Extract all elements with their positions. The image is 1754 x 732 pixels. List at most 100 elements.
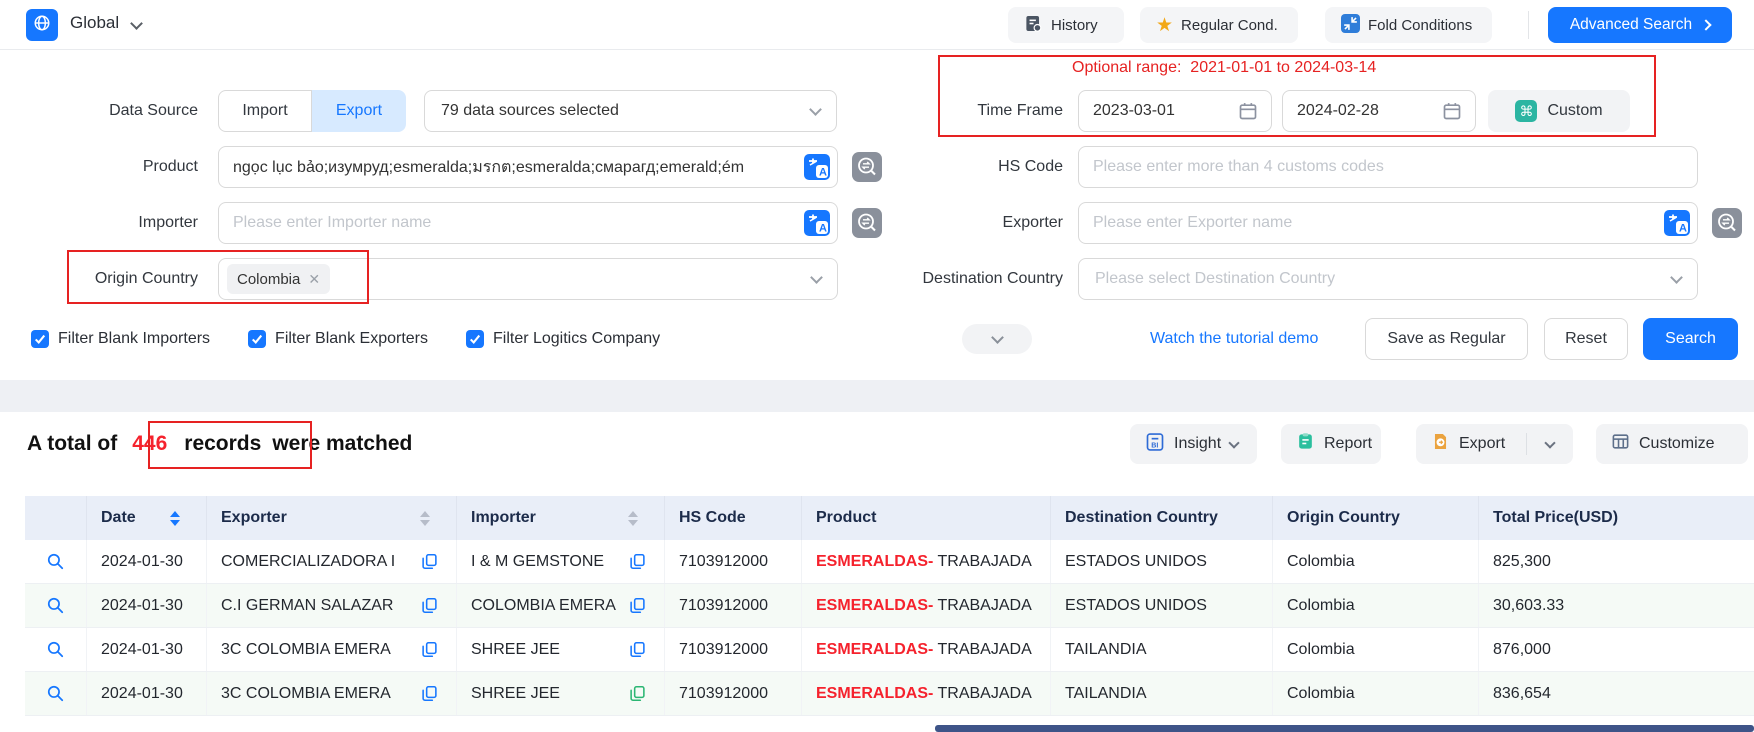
copy-icon[interactable] bbox=[629, 597, 646, 614]
copy-icon[interactable] bbox=[421, 685, 438, 702]
trade-search-page: Global History ★ Regular Cond. Fold Cond… bbox=[0, 0, 1754, 732]
product-match-text: ESMERALDAS- bbox=[816, 685, 933, 703]
destination-country-select[interactable]: Please select Destination Country bbox=[1078, 258, 1698, 300]
origin-country-cell: Colombia bbox=[1273, 628, 1479, 671]
export-split-button[interactable]: Export bbox=[1416, 424, 1573, 464]
custom-range-button[interactable]: ⌘ Custom bbox=[1488, 90, 1630, 132]
table-row: 2024-01-30COMERCIALIZADORA II & M GEMSTO… bbox=[25, 540, 1754, 584]
chevron-down-icon bbox=[991, 331, 1004, 344]
sort-icon[interactable] bbox=[170, 511, 180, 526]
sort-icon[interactable] bbox=[628, 511, 638, 526]
origin-country-select[interactable]: Colombia ✕ bbox=[218, 258, 838, 300]
date-cell-text: 2024-01-30 bbox=[101, 685, 183, 703]
column-label: Exporter bbox=[221, 509, 287, 527]
history-icon bbox=[1024, 14, 1043, 37]
checkbox-checked-icon[interactable] bbox=[31, 330, 49, 348]
origin-country-label: Origin Country bbox=[0, 258, 198, 300]
destination-country-cell-text: TAILANDIA bbox=[1065, 685, 1147, 703]
product-cell: ESMERALDAS- TRABAJADA bbox=[802, 672, 1051, 715]
row-detail-cell bbox=[25, 628, 87, 671]
sort-icon[interactable] bbox=[420, 511, 430, 526]
column-header-date[interactable]: Date bbox=[87, 496, 207, 540]
search-button[interactable]: Search bbox=[1643, 318, 1738, 360]
export-toggle-button[interactable]: Export bbox=[312, 90, 406, 132]
importer-cell: SHREE JEE bbox=[457, 672, 665, 715]
column-label: Product bbox=[816, 509, 876, 527]
advanced-search-button[interactable]: Advanced Search bbox=[1548, 7, 1732, 43]
magnifier-icon[interactable] bbox=[46, 552, 65, 571]
export-icon bbox=[1431, 432, 1450, 456]
svg-text:BI: BI bbox=[1151, 441, 1158, 449]
chevron-down-icon bbox=[1670, 271, 1683, 284]
collapse-conditions-button[interactable] bbox=[962, 324, 1032, 354]
data-sources-select[interactable]: 79 data sources selected bbox=[424, 90, 837, 132]
checkbox-filter-blank-importers[interactable]: Filter Blank Importers bbox=[31, 330, 210, 348]
product-rest-text: TRABAJADA bbox=[933, 553, 1031, 571]
topbar-divider bbox=[1528, 11, 1529, 39]
magnifier-icon[interactable] bbox=[46, 640, 65, 659]
reset-button[interactable]: Reset bbox=[1544, 318, 1628, 360]
total-price-cell: 836,654 bbox=[1479, 672, 1754, 715]
tutorial-demo-link[interactable]: Watch the tutorial demo bbox=[1150, 330, 1318, 348]
fuzzy-match-icon[interactable] bbox=[1712, 208, 1742, 238]
chevron-down-icon[interactable] bbox=[130, 17, 143, 30]
data-source-toggle: Import Export bbox=[218, 90, 406, 132]
copy-icon[interactable] bbox=[629, 685, 646, 702]
region-selector-label[interactable]: Global bbox=[70, 13, 119, 33]
column-label: Destination Country bbox=[1065, 509, 1218, 527]
checkbox-checked-icon[interactable] bbox=[248, 330, 266, 348]
calendar-icon[interactable] bbox=[1442, 101, 1462, 121]
importer-input[interactable] bbox=[218, 202, 838, 244]
chevron-down-icon bbox=[1228, 437, 1239, 448]
data-source-label: Data Source bbox=[0, 90, 198, 132]
total-price-cell: 825,300 bbox=[1479, 540, 1754, 583]
checkbox-label: Filter Logitics Company bbox=[493, 330, 660, 348]
exporter-cell-text: 3C COLOMBIA EMERA bbox=[221, 641, 391, 659]
checkbox-filter-logitics-company[interactable]: Filter Logitics Company bbox=[466, 330, 660, 348]
product-input[interactable] bbox=[218, 146, 838, 188]
custom-label: Custom bbox=[1547, 102, 1602, 120]
origin-country-tag-label: Colombia bbox=[237, 271, 300, 288]
report-button[interactable]: Report bbox=[1281, 424, 1381, 464]
importer-cell: SHREE JEE bbox=[457, 628, 665, 671]
regular-cond-button[interactable]: ★ Regular Cond. bbox=[1140, 7, 1298, 43]
copy-icon[interactable] bbox=[421, 641, 438, 658]
calendar-icon[interactable] bbox=[1238, 101, 1258, 121]
hs-code-cell-text: 7103912000 bbox=[679, 641, 768, 659]
app-logo[interactable] bbox=[26, 9, 58, 41]
column-header-exporter[interactable]: Exporter bbox=[207, 496, 457, 540]
magnifier-icon[interactable] bbox=[46, 684, 65, 703]
column-header-detail bbox=[25, 496, 87, 540]
save-as-regular-button[interactable]: Save as Regular bbox=[1365, 318, 1528, 360]
hs-code-cell-text: 7103912000 bbox=[679, 553, 768, 571]
remove-tag-icon[interactable]: ✕ bbox=[308, 271, 320, 288]
optional-range-text: Optional range: 2021-01-01 to 2024-03-14 bbox=[1072, 59, 1376, 77]
bi-insight-icon: BI bbox=[1145, 432, 1165, 457]
history-button[interactable]: History bbox=[1008, 7, 1124, 43]
date-cell: 2024-01-30 bbox=[87, 540, 207, 583]
horizontal-scrollbar[interactable] bbox=[935, 725, 1754, 732]
fold-conditions-button[interactable]: Fold Conditions bbox=[1325, 7, 1492, 43]
copy-icon[interactable] bbox=[421, 553, 438, 570]
report-icon bbox=[1296, 432, 1315, 456]
checkbox-label: Filter Blank Importers bbox=[58, 330, 210, 348]
import-toggle-button[interactable]: Import bbox=[218, 90, 312, 132]
checkbox-checked-icon[interactable] bbox=[466, 330, 484, 348]
exporter-input[interactable] bbox=[1078, 202, 1698, 244]
product-match-text: ESMERALDAS- bbox=[816, 597, 933, 615]
total-price-cell: 30,603.33 bbox=[1479, 584, 1754, 627]
exporter-cell-text: C.I GERMAN SALAZAR bbox=[221, 597, 393, 615]
checkbox-filter-blank-exporters[interactable]: Filter Blank Exporters bbox=[248, 330, 428, 348]
copy-icon[interactable] bbox=[629, 641, 646, 658]
importer-cell-text: SHREE JEE bbox=[471, 685, 560, 703]
column-header-importer[interactable]: Importer bbox=[457, 496, 665, 540]
hs-code-input[interactable] bbox=[1078, 146, 1698, 188]
customize-button[interactable]: Customize bbox=[1596, 424, 1748, 464]
copy-icon[interactable] bbox=[629, 553, 646, 570]
column-header-total-price-usd: Total Price(USD) bbox=[1479, 496, 1754, 540]
copy-icon[interactable] bbox=[421, 597, 438, 614]
translate-icon[interactable]: A bbox=[1664, 210, 1690, 236]
magnifier-icon[interactable] bbox=[46, 596, 65, 615]
chevron-down-icon[interactable] bbox=[1545, 437, 1556, 448]
insight-button[interactable]: BI Insight bbox=[1130, 424, 1257, 464]
